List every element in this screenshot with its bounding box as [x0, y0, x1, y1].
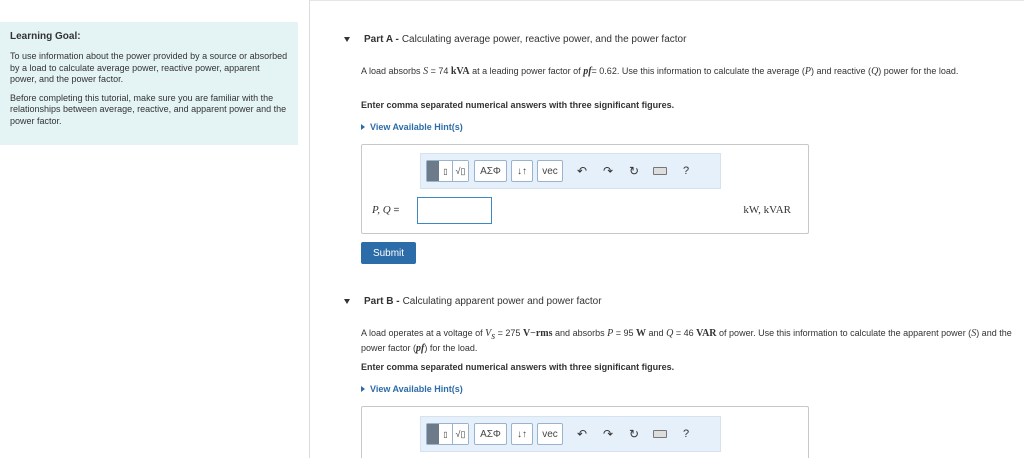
math-toolbar: ▯ √▯ ΑΣΦ ↓↑ vec ↶ ↷ ↻ ?	[420, 153, 721, 189]
math-toolbar: ▯ √▯ ΑΣΦ ↓↑ vec ↶ ↷ ↻ ?	[420, 416, 721, 452]
prompt-text: and	[648, 328, 664, 338]
fraction-icon: ▯	[439, 161, 453, 181]
part-b-label: Part B -	[364, 296, 400, 307]
units-label: kW, kVAR	[743, 204, 791, 216]
part-b-prompt: A load operates at a voltage of Vs = 275…	[361, 328, 1016, 355]
variable-name: P, Q	[372, 204, 391, 216]
collapse-caret-icon[interactable]	[344, 299, 350, 304]
prompt-symbol: pf	[583, 66, 592, 77]
part-a-prompt: A load absorbs S = 74 kVA at a leading p…	[361, 66, 1016, 78]
part-b-answer-box: ▯ √▯ ΑΣΦ ↓↑ vec ↶ ↷ ↻ ?	[361, 406, 809, 458]
part-a-hint-link[interactable]: View Available Hint(s)	[361, 122, 463, 132]
template-block-icon	[427, 424, 439, 444]
fraction-icon: ▯	[439, 424, 453, 444]
part-b-header[interactable]: Part B - Calculating apparent power and …	[344, 296, 602, 307]
sqrt-icon: √▯	[453, 424, 468, 444]
top-rule	[310, 0, 1024, 1]
prompt-symbol: Q	[666, 328, 674, 339]
part-b-hint-link[interactable]: View Available Hint(s)	[361, 384, 463, 394]
prompt-text: A load operates at a voltage of	[361, 328, 483, 338]
equals-sign: =	[393, 205, 400, 216]
sort-icon[interactable]: ↓↑	[511, 160, 533, 182]
part-b-title: Calculating apparent power and power fac…	[402, 296, 602, 307]
vector-icon[interactable]: vec	[537, 423, 563, 445]
vector-icon[interactable]: vec	[537, 160, 563, 182]
variable-label: P, Q =	[372, 204, 399, 216]
prompt-text: ) power for the load.	[878, 66, 959, 76]
prompt-text: at a leading power factor of	[472, 66, 581, 76]
expand-caret-icon	[361, 124, 365, 130]
prompt-symbol: S	[423, 66, 429, 77]
prompt-unit: VAR	[696, 328, 717, 339]
expand-caret-icon	[361, 386, 365, 392]
prompt-text: = 275	[497, 328, 521, 338]
prompt-unit: V−rms	[522, 328, 553, 339]
prompt-text: = 74	[430, 66, 449, 76]
help-icon[interactable]: ?	[675, 160, 697, 182]
reset-icon[interactable]: ↻	[623, 160, 645, 182]
learning-goal-paragraph-1: To use information about the power provi…	[10, 51, 288, 84]
greek-symbols-icon[interactable]: ΑΣΦ	[474, 423, 507, 445]
help-icon[interactable]: ?	[675, 423, 697, 445]
part-a-answer-box: ▯ √▯ ΑΣΦ ↓↑ vec ↶ ↷ ↻ ? P, Q = kW, kVAR	[361, 144, 809, 234]
prompt-text: of power. Use this information to calcul…	[719, 328, 972, 338]
greek-symbols-icon[interactable]: ΑΣΦ	[474, 160, 507, 182]
prompt-symbol: P	[607, 328, 614, 339]
templates-icon[interactable]: ▯ √▯	[426, 160, 469, 182]
templates-icon[interactable]: ▯ √▯	[426, 423, 469, 445]
part-a-instruction: Enter comma separated numerical answers …	[361, 100, 675, 110]
prompt-text: ) and reactive (	[811, 66, 872, 76]
learning-goal-paragraph-2: Before completing this tutorial, make su…	[10, 92, 287, 126]
prompt-unit: W	[636, 328, 647, 339]
keyboard-icon[interactable]	[649, 423, 671, 445]
column-divider	[309, 0, 310, 458]
part-a-label: Part A -	[364, 34, 399, 45]
hint-label[interactable]: View Available Hint(s)	[370, 384, 463, 394]
answer-input[interactable]	[417, 197, 492, 224]
prompt-text: = 95	[615, 328, 634, 338]
learning-goal-title: Learning Goal:	[10, 31, 81, 42]
part-a-header[interactable]: Part A - Calculating average power, reac…	[344, 34, 686, 45]
prompt-text: A load absorbs	[361, 66, 421, 76]
hint-label[interactable]: View Available Hint(s)	[370, 122, 463, 132]
sqrt-icon: √▯	[453, 161, 468, 181]
part-a-title: Calculating average power, reactive powe…	[401, 34, 687, 45]
redo-icon[interactable]: ↷	[597, 423, 619, 445]
prompt-text: = 0.62. Use this information to calculat…	[591, 66, 805, 76]
collapse-caret-icon[interactable]	[344, 37, 350, 42]
prompt-text: and absorbs	[555, 328, 605, 338]
keyboard-icon[interactable]	[649, 160, 671, 182]
undo-icon[interactable]: ↶	[571, 160, 593, 182]
prompt-subscript: s	[491, 330, 496, 342]
reset-icon[interactable]: ↻	[623, 423, 645, 445]
sort-icon[interactable]: ↓↑	[511, 423, 533, 445]
prompt-text: ) for the load.	[424, 343, 478, 354]
template-block-icon	[427, 161, 439, 181]
prompt-text: = 46	[675, 328, 694, 338]
part-b-instruction: Enter comma separated numerical answers …	[361, 362, 675, 372]
learning-goal-panel: Learning Goal: To use information about …	[0, 22, 298, 145]
prompt-unit: kVA	[450, 66, 470, 77]
redo-icon[interactable]: ↷	[597, 160, 619, 182]
submit-button[interactable]: Submit	[361, 242, 416, 264]
undo-icon[interactable]: ↶	[571, 423, 593, 445]
